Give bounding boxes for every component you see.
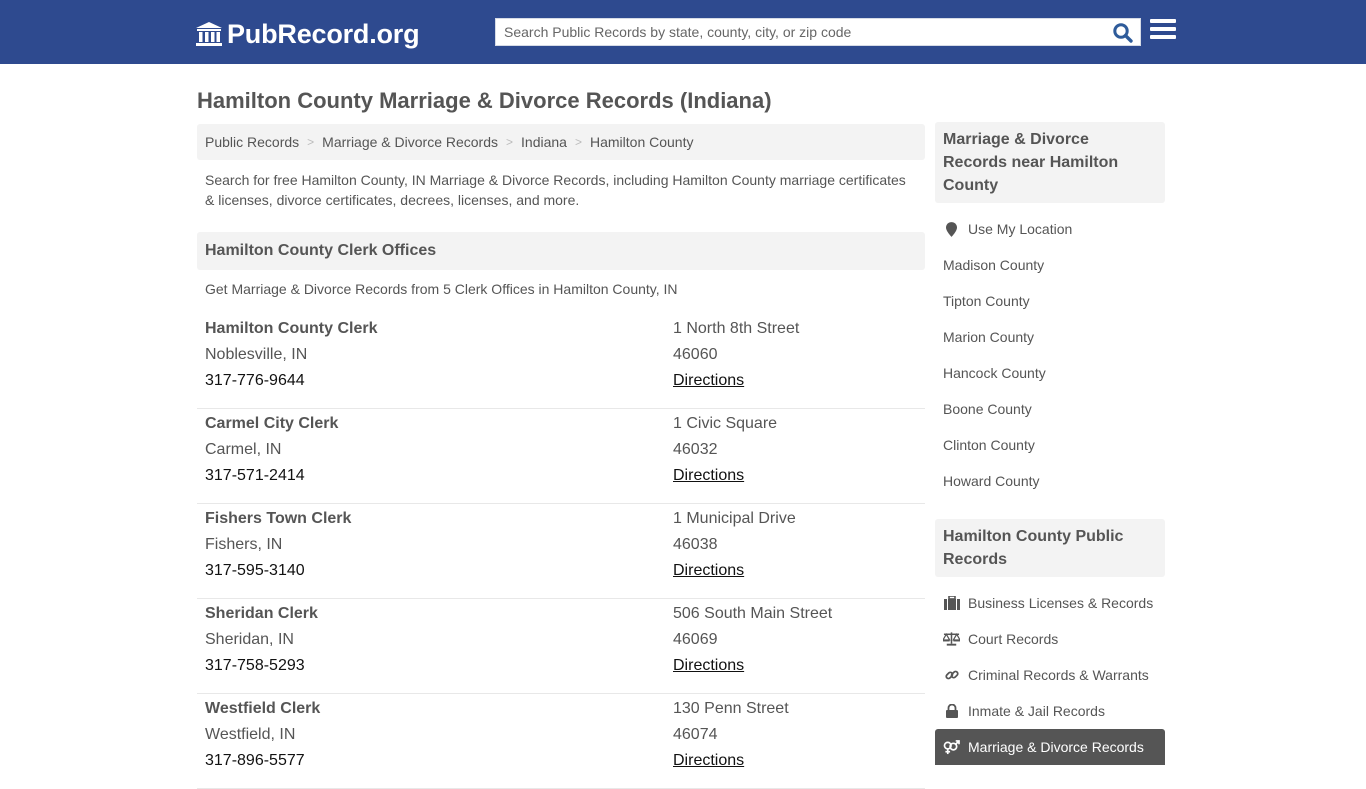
lock-icon [943, 703, 960, 719]
category-label: Business Licenses & Records [968, 595, 1154, 611]
search-input[interactable] [496, 19, 1106, 45]
nearby-county-link[interactable]: Madison County [935, 247, 1165, 283]
office-street: 1 North 8th Street [673, 320, 800, 337]
link-icon [943, 667, 960, 683]
office-city: Fishers, IN [205, 536, 283, 553]
sidebar: Marriage & Divorce Records near Hamilton… [935, 122, 1165, 765]
office-city: Sheridan, IN [205, 631, 294, 648]
clerk-office-item: Sheridan Clerk Sheridan, IN 317-758-5293… [197, 599, 925, 694]
breadcrumb-separator: > [506, 135, 514, 149]
clerk-office-list: Hamilton County Clerk Noblesville, IN 31… [197, 314, 925, 789]
hamburger-menu-button[interactable] [1150, 19, 1176, 43]
clerk-office-item: Westfield Clerk Westfield, IN 317-896-55… [197, 694, 925, 789]
nearby-county-link[interactable]: Tipton County [935, 283, 1165, 319]
breadcrumb-public-records[interactable]: Public Records [205, 134, 299, 150]
office-street: 506 South Main Street [673, 605, 833, 622]
office-phone[interactable]: 317-595-3140 [205, 562, 351, 588]
office-zip: 46060 [673, 346, 718, 363]
use-my-location-link[interactable]: Use My Location [935, 211, 1165, 247]
logo-text: PubRecord.org [227, 18, 420, 49]
office-zip: 46038 [673, 536, 718, 553]
nearby-records-heading: Marriage & Divorce Records near Hamilton… [935, 122, 1165, 203]
category-inmate-records[interactable]: Inmate & Jail Records [935, 693, 1165, 729]
category-criminal-records[interactable]: Criminal Records & Warrants [935, 657, 1165, 693]
clerk-offices-heading: Hamilton County Clerk Offices [197, 232, 925, 270]
search-icon [1113, 23, 1133, 43]
office-street: 1 Municipal Drive [673, 510, 796, 527]
page-title: Hamilton County Marriage & Divorce Recor… [197, 88, 772, 113]
office-street: 130 Penn Street [673, 700, 789, 717]
directions-link[interactable]: Directions [673, 467, 777, 493]
office-name[interactable]: Westfield Clerk [205, 700, 320, 726]
office-name[interactable]: Hamilton County Clerk [205, 320, 377, 346]
directions-link[interactable]: Directions [673, 752, 789, 778]
search-button[interactable] [1112, 22, 1134, 44]
search-box [495, 18, 1141, 46]
gender-icon [943, 739, 960, 755]
office-phone[interactable]: 317-776-9644 [205, 372, 377, 398]
category-label: Inmate & Jail Records [968, 703, 1105, 719]
office-zip: 46074 [673, 726, 718, 743]
nearby-county-link[interactable]: Marion County [935, 319, 1165, 355]
breadcrumb-separator: > [574, 135, 582, 149]
category-label: Court Records [968, 631, 1059, 647]
menu-bar-icon [1150, 35, 1176, 39]
office-phone[interactable]: 317-758-5293 [205, 657, 318, 683]
nearby-county-link[interactable]: Hancock County [935, 355, 1165, 391]
directions-link[interactable]: Directions [673, 372, 799, 398]
office-zip: 46032 [673, 441, 718, 458]
clerk-office-item: Hamilton County Clerk Noblesville, IN 31… [197, 314, 925, 409]
menu-bar-icon [1150, 27, 1176, 31]
category-label: Criminal Records & Warrants [968, 667, 1149, 683]
category-label: Marriage & Divorce Records [968, 739, 1144, 755]
clerk-offices-subtext: Get Marriage & Divorce Records from 5 Cl… [205, 281, 678, 297]
nearby-county-link[interactable]: Howard County [935, 463, 1165, 499]
briefcase-icon [943, 595, 960, 611]
use-my-location-label: Use My Location [968, 221, 1073, 237]
office-phone[interactable]: 317-896-5577 [205, 752, 320, 778]
office-name[interactable]: Sheridan Clerk [205, 605, 318, 631]
breadcrumb-marriage-divorce[interactable]: Marriage & Divorce Records [322, 134, 498, 150]
category-marriage-divorce-active[interactable]: Marriage & Divorce Records [935, 729, 1165, 765]
map-marker-icon [943, 221, 960, 237]
intro-text: Search for free Hamilton County, IN Marr… [205, 172, 906, 208]
site-logo[interactable]: PubRecord.org [195, 17, 420, 51]
nearby-county-list: Use My Location Madison County Tipton Co… [935, 203, 1165, 499]
directions-link[interactable]: Directions [673, 562, 796, 588]
county-public-records-heading: Hamilton County Public Records [935, 519, 1165, 577]
breadcrumb-hamilton-county[interactable]: Hamilton County [590, 134, 694, 150]
nearby-county-link[interactable]: Boone County [935, 391, 1165, 427]
breadcrumb-indiana[interactable]: Indiana [521, 134, 567, 150]
top-navigation-bar: PubRecord.org [0, 0, 1366, 64]
breadcrumb-separator: > [307, 135, 315, 149]
directions-link[interactable]: Directions [673, 657, 832, 683]
category-business-licenses[interactable]: Business Licenses & Records [935, 585, 1165, 621]
office-city: Noblesville, IN [205, 346, 308, 363]
office-street: 1 Civic Square [673, 415, 778, 432]
record-category-list: Business Licenses & Records Court Record… [935, 577, 1165, 765]
office-name[interactable]: Fishers Town Clerk [205, 510, 351, 536]
courthouse-icon [196, 22, 222, 46]
nearby-county-link[interactable]: Clinton County [935, 427, 1165, 463]
office-name[interactable]: Carmel City Clerk [205, 415, 338, 441]
office-city: Carmel, IN [205, 441, 282, 458]
clerk-office-item: Fishers Town Clerk Fishers, IN 317-595-3… [197, 504, 925, 599]
category-court-records[interactable]: Court Records [935, 621, 1165, 657]
clerk-office-item: Carmel City Clerk Carmel, IN 317-571-241… [197, 409, 925, 504]
breadcrumb: Public Records > Marriage & Divorce Reco… [197, 124, 925, 160]
menu-bar-icon [1150, 19, 1176, 23]
office-phone[interactable]: 317-571-2414 [205, 467, 338, 493]
office-zip: 46069 [673, 631, 718, 648]
scales-icon [943, 631, 960, 647]
office-city: Westfield, IN [205, 726, 296, 743]
